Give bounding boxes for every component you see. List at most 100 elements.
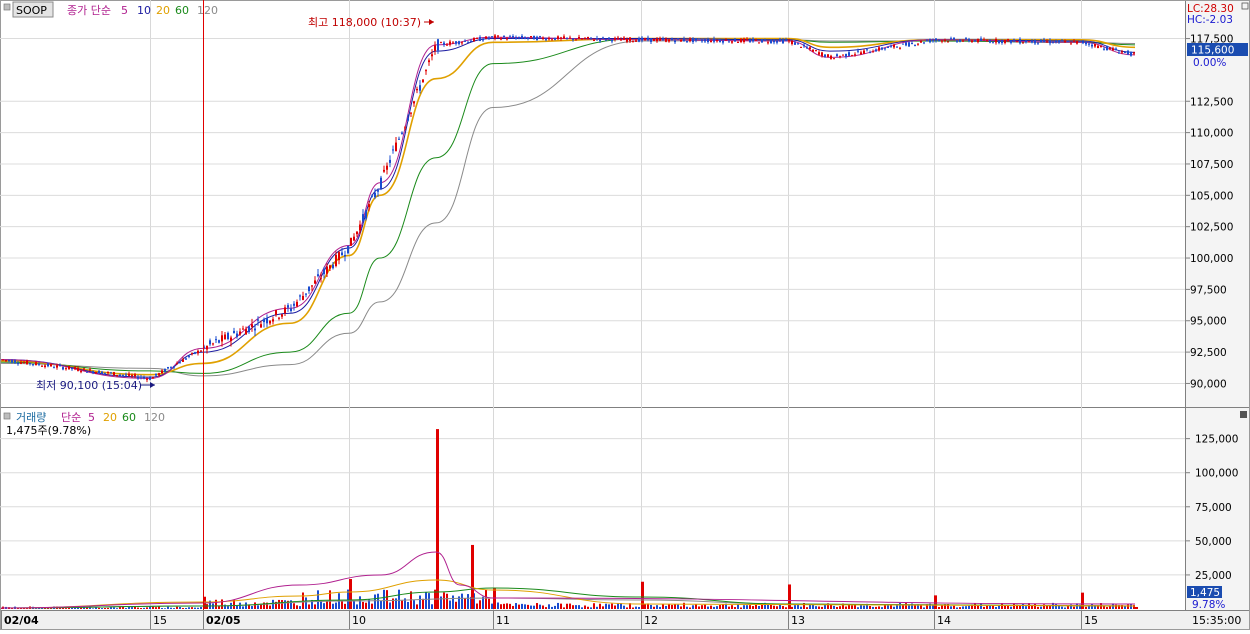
candle-body	[1022, 42, 1024, 44]
volume-bar	[608, 604, 610, 609]
volume-bar	[773, 605, 775, 609]
candle-body	[272, 319, 274, 322]
volume-bar	[977, 605, 979, 609]
volume-bar	[602, 606, 604, 609]
candle-body	[209, 340, 211, 345]
volume-bar	[341, 601, 343, 609]
candle-body	[1079, 40, 1081, 42]
volume-bar	[344, 603, 346, 609]
x-tick-label: 15	[1084, 614, 1098, 627]
volume-bar	[956, 607, 958, 609]
candle-body	[353, 236, 355, 241]
current-price-label: 115,600	[1191, 45, 1234, 57]
x-tick-label: 02/05	[206, 614, 241, 627]
candle-body	[437, 39, 439, 51]
candle-body	[923, 42, 925, 44]
candle-body	[794, 42, 796, 45]
candle-body	[212, 343, 214, 345]
volume-bar	[527, 604, 529, 609]
candle-body	[773, 40, 775, 43]
volume-bar	[665, 605, 667, 609]
candle-body	[674, 40, 676, 43]
volume-bar	[692, 605, 694, 609]
candle-body	[998, 40, 1000, 43]
volume-bar	[221, 599, 223, 609]
candle-body	[404, 127, 406, 129]
hc-label: HC:-2.03	[1187, 14, 1233, 26]
candle-body	[950, 38, 952, 40]
panel-toggle-icon[interactable]	[3, 3, 11, 11]
candle-body	[971, 40, 973, 43]
candle-body	[434, 45, 436, 51]
chart-canvas[interactable]: SOOP 종가 단순 5 10 20 60 120 최고 118,000 (10…	[0, 0, 1250, 630]
candle-body	[65, 368, 67, 370]
candle-body	[671, 38, 673, 41]
candle-body	[680, 39, 682, 42]
volume-bar	[695, 604, 697, 609]
candle-body	[449, 41, 451, 45]
candle-body	[737, 41, 739, 43]
candle-body	[32, 364, 34, 366]
volume-bar	[485, 589, 487, 609]
candle-body	[125, 374, 127, 376]
volume-bar	[839, 606, 841, 609]
candle-body	[227, 332, 229, 340]
candle-body	[158, 373, 160, 376]
candle-body	[554, 37, 556, 40]
volume-bar	[509, 603, 511, 609]
volume-bar	[1124, 606, 1126, 609]
price-tick-label: 112,500	[1190, 96, 1233, 108]
candle-body	[23, 362, 25, 364]
candle-body	[905, 42, 907, 46]
candle-body	[770, 40, 772, 44]
volume-panel-close-icon[interactable]	[1240, 411, 1247, 418]
candle-body	[974, 40, 976, 42]
volume-bar	[488, 598, 490, 609]
candle-body	[860, 52, 862, 55]
volume-bar	[992, 605, 994, 609]
candle-body	[959, 39, 961, 42]
candle-body	[1103, 48, 1105, 50]
candle-body	[233, 330, 235, 334]
volume-bar	[635, 606, 637, 609]
volume-bar	[872, 606, 874, 609]
volume-bar	[386, 590, 388, 609]
candle-body	[551, 39, 553, 41]
volume-bar	[587, 606, 589, 609]
volume-bar	[653, 606, 655, 609]
candle-body	[206, 345, 208, 350]
candle-body	[401, 132, 403, 134]
volume-bar	[98, 607, 100, 609]
candle-body	[275, 310, 277, 315]
candle-body	[263, 319, 265, 323]
volume-bar	[548, 604, 550, 609]
volume-bar	[413, 600, 415, 609]
volume-bar	[950, 606, 952, 609]
volume-bar	[1055, 603, 1057, 609]
x-tick-label: 13	[791, 614, 805, 627]
volume-bar	[134, 606, 136, 609]
candle-body	[692, 38, 694, 42]
volume-bar	[623, 605, 625, 609]
volume-bar	[197, 607, 199, 609]
current-volume-pct-label: 9.78%	[1192, 599, 1225, 611]
volume-bar	[554, 605, 556, 609]
candle-body	[338, 252, 340, 261]
candle-body	[992, 42, 994, 44]
candle-body	[305, 293, 307, 295]
candle-body	[104, 372, 106, 374]
volume-panel-toggle-icon[interactable]	[3, 412, 11, 420]
candle-body	[623, 37, 625, 40]
volume-bar	[389, 602, 391, 609]
candle-body	[308, 286, 310, 292]
volume-bar	[107, 607, 109, 609]
volume-bar	[800, 606, 802, 609]
candle-body	[362, 214, 364, 222]
candle-body	[197, 350, 199, 354]
volume-bar	[257, 605, 259, 609]
volume-bar	[791, 606, 793, 609]
candle-body	[878, 47, 880, 51]
volume-bar	[398, 589, 400, 609]
x-tick-label: 15	[153, 614, 167, 627]
volume-bar	[539, 604, 541, 609]
